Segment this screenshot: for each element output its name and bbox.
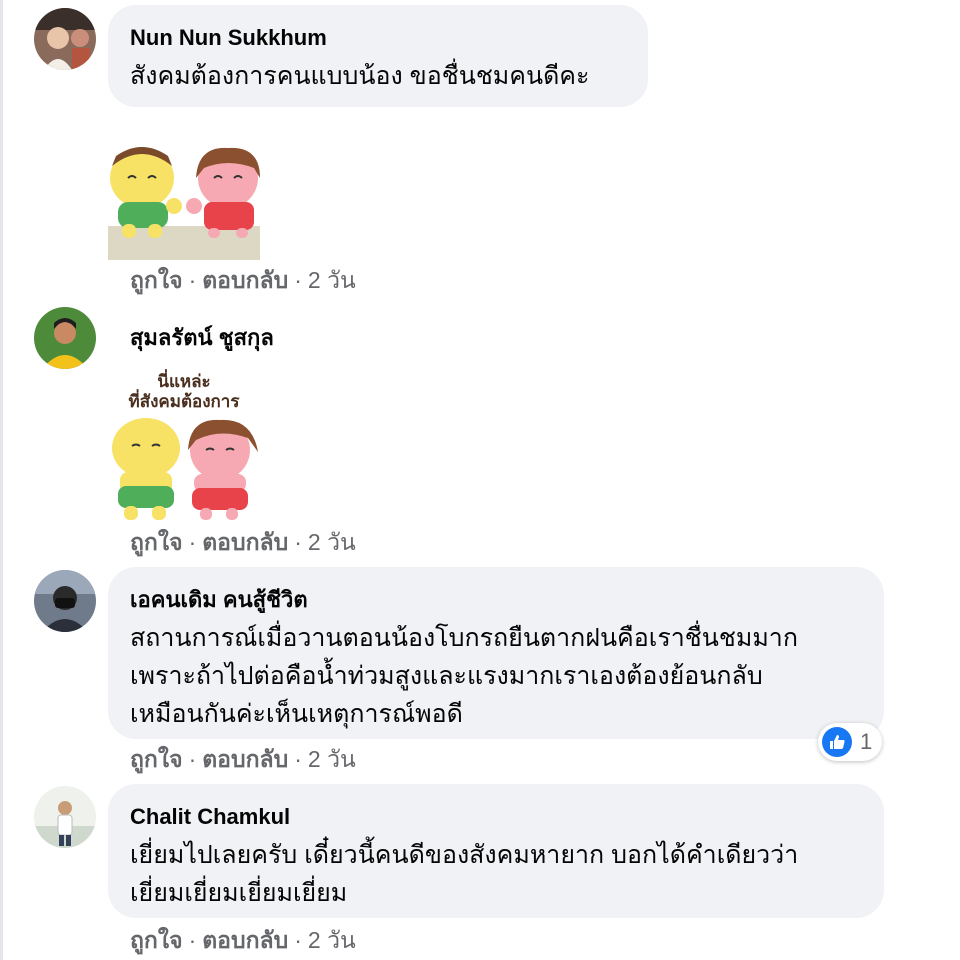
sticker-caption: นี่แหล่ะ ที่สังคมต้องการ xyxy=(108,372,260,412)
comment-actions: ถูกใจ · ตอบกลับ · 2 วัน xyxy=(130,744,356,774)
reply-link[interactable]: ตอบกลับ xyxy=(202,267,288,293)
like-link[interactable]: ถูกใจ xyxy=(130,267,183,293)
comment-time[interactable]: 2 วัน xyxy=(308,746,356,772)
avatar[interactable] xyxy=(34,570,96,632)
separator: · xyxy=(188,267,197,293)
reply-link[interactable]: ตอบกลับ xyxy=(202,529,288,555)
comment-text: สังคมต้องการคนแบบน้อง ขอชื่นชมคนดีคะ xyxy=(130,57,626,95)
separator: · xyxy=(294,529,302,555)
like-link[interactable]: ถูกใจ xyxy=(130,746,183,772)
separator: · xyxy=(294,927,302,953)
like-icon xyxy=(822,727,852,757)
reply-link[interactable]: ตอบกลับ xyxy=(202,746,288,772)
comment-bubble: Chalit Chamkul เยี่ยมไปเลยครับ เดี๋ยวนี้… xyxy=(108,784,884,918)
hug-sticker xyxy=(108,144,263,267)
comment-author[interactable]: Nun Nun Sukkhum xyxy=(130,23,626,53)
comment-line: สังคมต้องการคนแบบน้อง ขอชื่นชมคนดีคะ xyxy=(130,62,590,90)
avatar-photo-icon xyxy=(34,570,96,632)
comment-time[interactable]: 2 วัน xyxy=(308,529,356,555)
sticker-caption-line: นี่แหล่ะ xyxy=(157,372,211,392)
reaction-summary[interactable]: 1 xyxy=(818,723,883,761)
avatar-photo-icon xyxy=(34,307,96,369)
separator: · xyxy=(294,746,302,772)
comment-text: สถานการณ์เมื่อวานตอนน้องโบกรถยืนตากฝนคือ… xyxy=(130,619,862,733)
comment-line: เหมือนกันค่ะเห็นเหตุการณ์พอดี xyxy=(130,700,463,728)
separator: · xyxy=(188,927,197,953)
comment-line: เพราะถ้าไปต่อคือน้ำท่วมสูงและแรงมากเราเอ… xyxy=(130,662,763,690)
comment-time[interactable]: 2 วัน xyxy=(308,267,356,293)
like-link[interactable]: ถูกใจ xyxy=(130,529,183,555)
avatar[interactable] xyxy=(34,307,96,369)
avatar[interactable] xyxy=(34,786,96,848)
comment-bubble: Nun Nun Sukkhum สังคมต้องการคนแบบน้อง ขอ… xyxy=(108,5,648,107)
sticker-caption-line: ที่สังคมต้องการ xyxy=(128,392,240,412)
separator: · xyxy=(188,746,197,772)
separator: · xyxy=(188,529,197,555)
comment-text: เยี่ยมไปเลยครับ เดี๋ยวนี้คนดีของสังคมหาย… xyxy=(130,836,862,912)
separator: · xyxy=(294,267,302,293)
comment-author[interactable]: Chalit Chamkul xyxy=(130,802,862,832)
comment-time[interactable]: 2 วัน xyxy=(308,927,356,953)
avatar-photo-icon xyxy=(34,786,96,848)
reply-link[interactable]: ตอบกลับ xyxy=(202,927,288,953)
comment-actions: ถูกใจ · ตอบกลับ · 2 วัน xyxy=(130,265,356,295)
comment-author[interactable]: เอคนเดิม คนสู้ชีวิต xyxy=(130,585,862,615)
avatar-photo-icon xyxy=(34,8,96,70)
left-divider xyxy=(0,0,3,960)
comment-actions: ถูกใจ · ตอบกลับ · 2 วัน xyxy=(130,925,356,955)
comment-actions: ถูกใจ · ตอบกลับ · 2 วัน xyxy=(130,527,356,557)
comment-line: เยี่ยมไปเลยครับ เดี๋ยวนี้คนดีของสังคมหาย… xyxy=(130,841,799,869)
comment-line: เยี่ยมเยี่ยมเยี่ยมเยี่ยม xyxy=(130,879,348,907)
avatar[interactable] xyxy=(34,8,96,70)
comment-bubble: เอคนเดิม คนสู้ชีวิต สถานการณ์เมื่อวานตอน… xyxy=(108,567,884,739)
comment-author[interactable]: สุมลรัตน์ ชูสกุล xyxy=(130,323,274,353)
reaction-count: 1 xyxy=(860,729,873,754)
like-link[interactable]: ถูกใจ xyxy=(130,927,183,953)
comment-line: สถานการณ์เมื่อวานตอนน้องโบกรถยืนตากฝนคือ… xyxy=(130,624,798,652)
